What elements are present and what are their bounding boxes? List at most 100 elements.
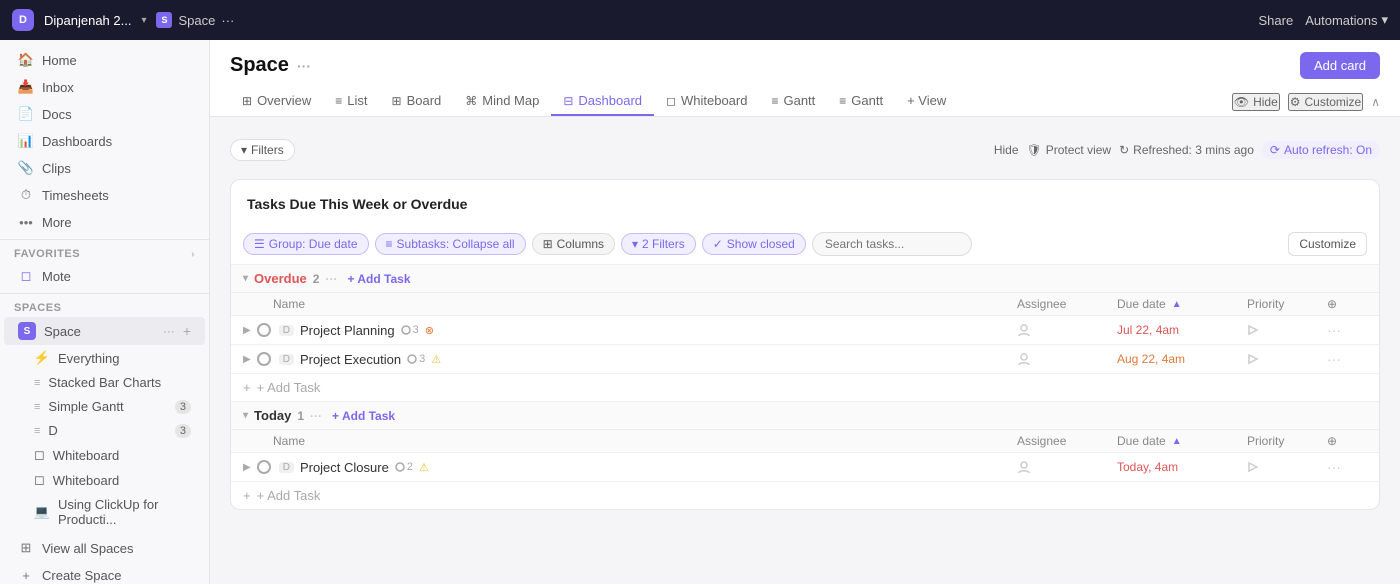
task-expand-icon[interactable]: ▶ — [243, 462, 251, 473]
hide-button[interactable]: 👁 Hide — [1232, 93, 1280, 111]
table-row[interactable]: ▶ D Project Closure 2 ⚠ — [231, 453, 1379, 482]
tasks-widget: Tasks Due This Week or Overdue ☰ Group: … — [230, 179, 1380, 510]
task-more-button[interactable]: ··· — [1327, 459, 1367, 475]
sidebar-item-whiteboard1[interactable]: ◻ Whiteboard — [4, 443, 205, 467]
tab-mind-map-label: Mind Map — [482, 93, 539, 108]
topbar: D Dipanjenah 2... ▾ S Space ··· Share Au… — [0, 0, 1400, 40]
breadcrumb-space-name: Space — [178, 13, 215, 28]
tabs-right-controls: 👁 Hide ⚙ Customize ∧ — [1232, 93, 1380, 111]
overdue-add-task-row[interactable]: + + Add Task — [231, 374, 1379, 401]
gantt2-tab-icon: ≡ — [839, 94, 846, 108]
tab-gantt1[interactable]: ≡ Gantt — [759, 87, 827, 116]
sidebar-item-mote[interactable]: ◻ Mote — [4, 263, 205, 289]
dashboard-tab-icon: ⊟ — [563, 94, 573, 108]
subtasks-pill[interactable]: ≡ Subtasks: Collapse all — [375, 233, 526, 255]
tab-board[interactable]: ⊞ Board — [380, 87, 454, 116]
overview-tab-icon: ⊞ — [242, 94, 252, 108]
search-tasks-input[interactable] — [812, 232, 972, 256]
sidebar-view-all-spaces[interactable]: ⊞ View all Spaces — [4, 535, 205, 561]
page-title-dots[interactable]: ··· — [297, 58, 311, 74]
sidebar-item-inbox[interactable]: 📥 Inbox — [4, 74, 205, 100]
sidebar-item-everything[interactable]: ⚡ Everything — [4, 346, 205, 370]
task-assignee — [1017, 352, 1117, 366]
create-space-icon: + — [18, 567, 34, 583]
d-badge: 3 — [175, 424, 191, 438]
col-more-header: ⊕ — [1327, 297, 1367, 311]
share-button[interactable]: Share — [1259, 13, 1294, 28]
overdue-count: 2 — [313, 272, 320, 286]
today-collapse-icon[interactable]: ▾ — [243, 410, 248, 421]
customize-widget-button[interactable]: Customize — [1288, 232, 1367, 256]
sidebar-item-more[interactable]: ••• More — [4, 209, 205, 235]
col-name-header2: Name — [273, 434, 1017, 448]
hide-filter-button[interactable]: Hide — [994, 143, 1019, 157]
add-task-plus-icon2: + — [243, 488, 251, 503]
tab-whiteboard[interactable]: ◻ Whiteboard — [654, 87, 759, 116]
tab-list[interactable]: ≡ List — [323, 87, 379, 116]
task-name: Project Execution — [300, 352, 401, 367]
sidebar-item-using-clickup[interactable]: 💻 Using ClickUp for Producti... — [4, 493, 205, 531]
tab-mind-map[interactable]: ⌘ Mind Map — [453, 87, 551, 116]
sidebar-divider — [0, 239, 209, 240]
sidebar-item-dashboards[interactable]: 📊 Dashboards — [4, 128, 205, 154]
sidebar-item-d[interactable]: ≡ D 3 — [4, 419, 205, 442]
automations-button[interactable]: Automations ▾ — [1305, 12, 1388, 28]
filters-pill[interactable]: ▾ Filters — [230, 139, 295, 161]
today-add-task-row[interactable]: + + Add Task — [231, 482, 1379, 509]
customize-button[interactable]: ⚙ Customize — [1288, 93, 1363, 111]
sidebar-dashboards-label: Dashboards — [42, 134, 191, 149]
sidebar-item-home[interactable]: 🏠 Home — [4, 47, 205, 73]
auto-refresh-label[interactable]: ⟳ Auto refresh: On — [1262, 141, 1380, 159]
overdue-add-task-link[interactable]: + Add Task — [347, 272, 410, 286]
today-count: 1 — [297, 409, 304, 423]
overdue-dots-icon[interactable]: ··· — [325, 272, 337, 286]
space-plus-icon[interactable]: + — [183, 323, 191, 339]
task-expand-icon[interactable]: ▶ — [243, 325, 251, 336]
columns-pill[interactable]: ⊞ Columns — [532, 233, 615, 255]
tab-overview[interactable]: ⊞ Overview — [230, 87, 323, 116]
sidebar-item-whiteboard2[interactable]: ◻ Whiteboard — [4, 468, 205, 492]
tab-gantt2[interactable]: ≡ Gantt — [827, 87, 895, 116]
sidebar-item-stacked-charts[interactable]: ≡ Stacked Bar Charts — [4, 371, 205, 394]
sidebar-item-timesheets[interactable]: ⏱ Timesheets — [4, 182, 205, 208]
show-closed-pill[interactable]: ✓ Show closed — [702, 233, 806, 255]
add-card-button[interactable]: Add card — [1300, 52, 1380, 79]
col-priority-header: Priority — [1247, 297, 1327, 311]
widget-scroll-area[interactable]: ▾ Overdue 2 ··· + Add Task Name Assignee… — [231, 264, 1379, 509]
group-by-pill[interactable]: ☰ Group: Due date — [243, 233, 369, 255]
sidebar-item-docs[interactable]: 📄 Docs — [4, 101, 205, 127]
filters-count-label: 2 Filters — [642, 237, 685, 251]
using-clickup-icon: 💻 — [34, 504, 50, 520]
overdue-collapse-icon[interactable]: ▾ — [243, 273, 248, 284]
subtask-count-icon: 2 — [395, 461, 413, 473]
task-due-date: Aug 22, 4am — [1117, 352, 1247, 366]
today-label: Today — [254, 408, 291, 423]
today-dots-icon[interactable]: ··· — [310, 409, 322, 423]
task-more-button[interactable]: ··· — [1327, 322, 1367, 338]
sidebar-divider2 — [0, 293, 209, 294]
workspace-avatar[interactable]: D — [12, 9, 34, 31]
task-expand-icon[interactable]: ▶ — [243, 354, 251, 365]
task-d-label: D — [279, 325, 294, 336]
sidebar-item-clips[interactable]: 📎 Clips — [4, 155, 205, 181]
workspace-name[interactable]: Dipanjenah 2... — [44, 13, 131, 28]
filters-count-pill[interactable]: ▾ 2 Filters — [621, 233, 696, 255]
sidebar-space-item[interactable]: S Space ··· + — [4, 317, 205, 345]
sidebar-item-simple-gantt[interactable]: ≡ Simple Gantt 3 — [4, 395, 205, 418]
collapse-button[interactable]: ∧ — [1371, 95, 1380, 109]
table-row[interactable]: ▶ D Project Execution 3 ⚠ — [231, 345, 1379, 374]
sidebar-create-space[interactable]: + Create Space — [4, 562, 205, 584]
subtasks-label: Subtasks: Collapse all — [397, 237, 515, 251]
breadcrumb-dots[interactable]: ··· — [221, 13, 234, 28]
filters-label: Filters — [251, 143, 284, 157]
space-dots-icon[interactable]: ··· — [163, 324, 175, 338]
task-more-button[interactable]: ··· — [1327, 351, 1367, 367]
workspace-chevron-icon[interactable]: ▾ — [141, 15, 146, 26]
tab-dashboard[interactable]: ⊟ Dashboard — [551, 87, 654, 116]
hide-eye-icon: 👁 — [1234, 95, 1249, 109]
table-row[interactable]: ▶ D Project Planning 3 ⊗ — [231, 316, 1379, 345]
tab-gantt2-label: Gantt — [851, 93, 883, 108]
sidebar-stacked-charts-label: Stacked Bar Charts — [48, 375, 191, 390]
today-add-task-link[interactable]: + Add Task — [332, 409, 395, 423]
tab-add-view[interactable]: + View — [895, 87, 958, 116]
